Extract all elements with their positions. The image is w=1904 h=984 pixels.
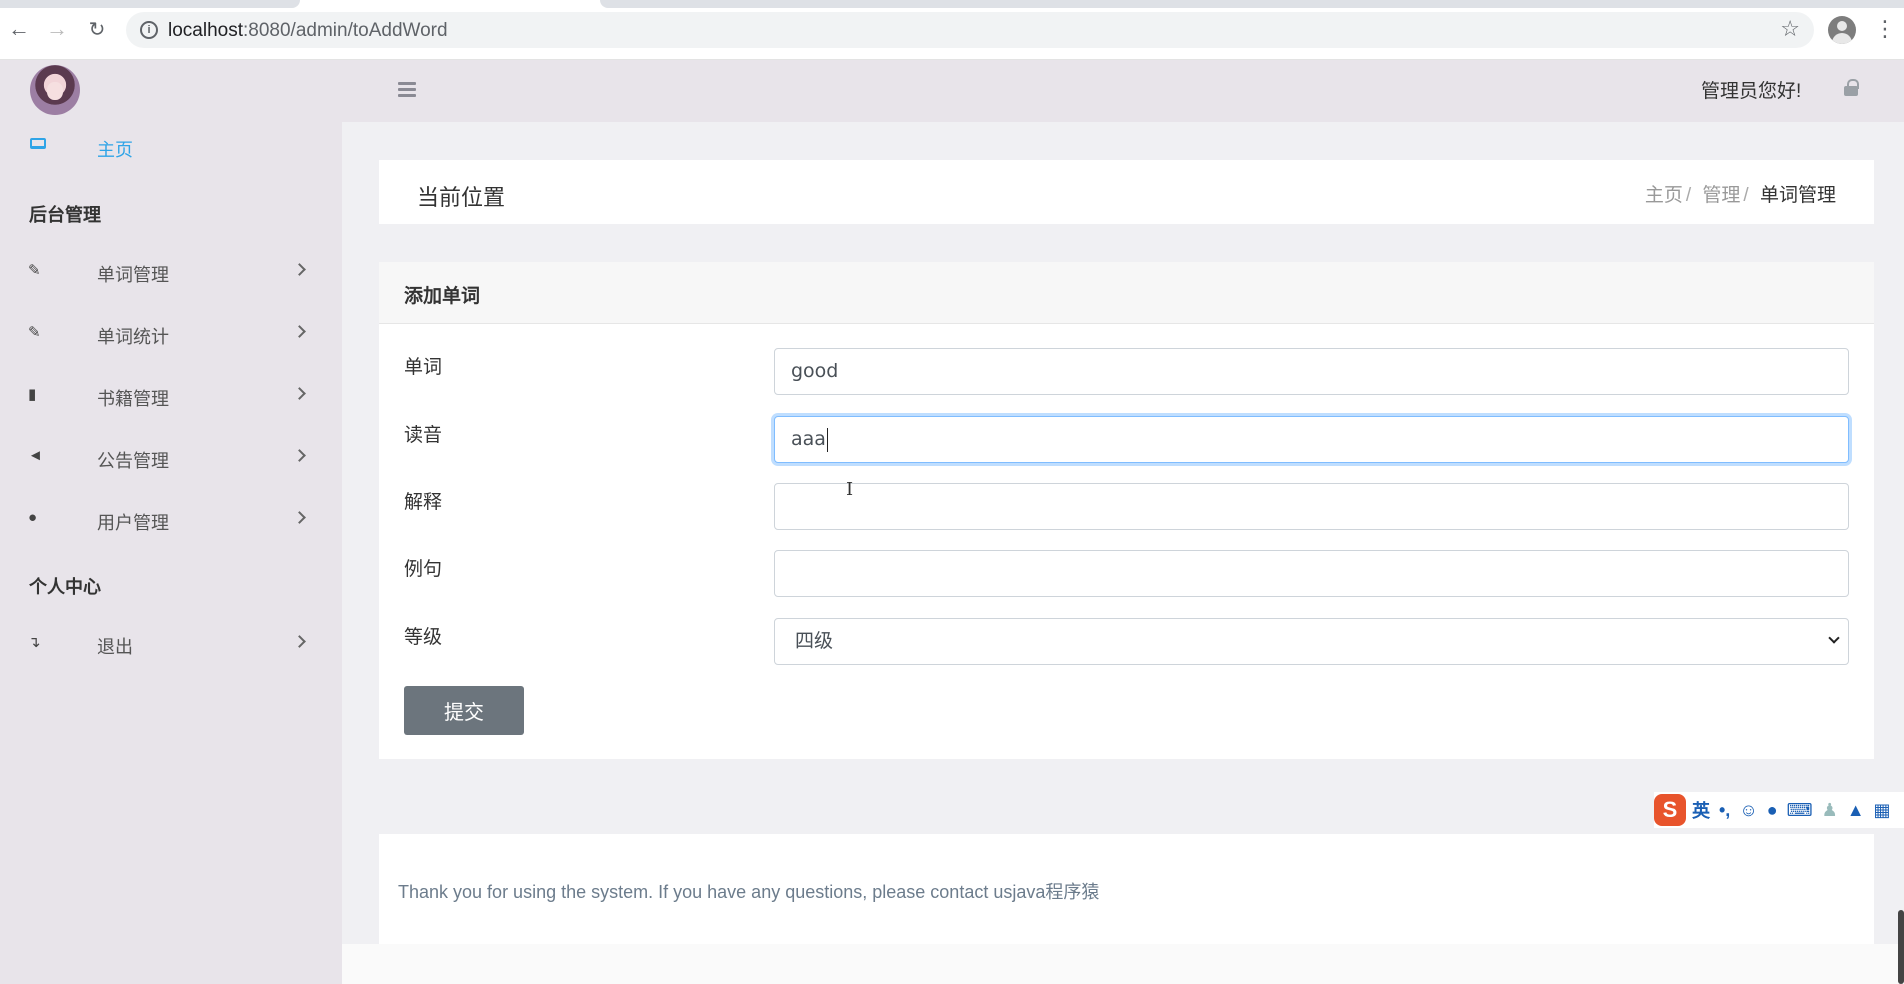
chevron-right-icon xyxy=(293,511,306,524)
footer: Thank you for using the system. If you h… xyxy=(379,834,1874,944)
bullhorn-icon: ◄ xyxy=(28,447,43,464)
breadcrumb-manage[interactable]: 管理 xyxy=(1702,185,1740,206)
card-title: 添加单词 xyxy=(404,286,481,307)
page-bottom xyxy=(342,944,1904,984)
definition-label: 解释 xyxy=(404,492,443,513)
microphone-icon[interactable]: ● xyxy=(1767,800,1778,821)
pronunciation-input[interactable]: aaa xyxy=(774,416,1849,463)
sidebar-item-label: 用户管理 xyxy=(97,513,169,533)
edit-icon: ✎ xyxy=(28,262,41,279)
level-label: 等级 xyxy=(404,627,443,648)
chevron-right-icon xyxy=(293,263,306,276)
tab-left[interactable] xyxy=(0,0,300,8)
chevron-right-icon xyxy=(293,387,306,400)
add-word-card: 添加单词 单词 good 读音 aaa 解释 例句 等级 四级 提交 xyxy=(379,262,1874,759)
admin-greeting: 管理员您好! xyxy=(1701,81,1802,102)
laptop-icon xyxy=(30,138,46,149)
book-icon: ▮ xyxy=(28,386,37,403)
word-input[interactable]: good xyxy=(774,348,1849,395)
pronunciation-label: 读音 xyxy=(404,425,443,446)
sidebar-group-admin: 后台管理 xyxy=(29,205,101,225)
skin-icon[interactable]: ▲ xyxy=(1847,800,1865,821)
sidebar-item-book-management[interactable]: ▮ 书籍管理 xyxy=(0,377,342,417)
tab-strip xyxy=(0,0,1904,8)
emoji-icon[interactable]: ☺ xyxy=(1739,800,1757,821)
back-icon[interactable]: ← xyxy=(6,16,32,42)
footer-text: Thank you for using the system. If you h… xyxy=(398,882,1100,902)
url-text[interactable]: localhost:8080/admin/toAddWord xyxy=(168,20,448,42)
scrollbar-thumb[interactable] xyxy=(1898,910,1904,984)
example-label: 例句 xyxy=(404,559,443,580)
browser-toolbar: ← → ↻ i localhost:8080/admin/toAddWord ☆… xyxy=(0,0,1904,60)
sidebar-item-label: 书籍管理 xyxy=(97,389,169,409)
breadcrumb-card: 当前位置 主页 / 管理 / 单词管理 xyxy=(379,160,1874,224)
chevron-right-icon xyxy=(293,449,306,462)
profile-icon[interactable] xyxy=(1828,16,1856,44)
chevron-right-icon xyxy=(293,635,306,648)
breadcrumb: 主页 / 管理 / 单词管理 xyxy=(1645,180,1836,207)
level-selected-value: 四级 xyxy=(795,631,834,652)
ime-logo[interactable]: S xyxy=(1654,794,1686,826)
lock-icon[interactable] xyxy=(1844,79,1859,96)
punctuation-icon[interactable]: •, xyxy=(1719,800,1730,821)
breadcrumb-separator: / xyxy=(1685,185,1692,206)
tab-right[interactable] xyxy=(600,0,1904,8)
submit-button[interactable]: 提交 xyxy=(404,686,524,735)
sidebar-item-word-statistics[interactable]: ✎ 单词统计 xyxy=(0,315,342,355)
reload-icon[interactable]: ↻ xyxy=(84,16,110,42)
ime-toolbar[interactable]: S 英 •, ☺ ● ⌨ ♟ ▲ ▦ xyxy=(1654,792,1904,828)
sidebar: 主页 后台管理 ✎ 单词管理 ✎ 单词统计 ▮ 书籍管理 ◄ 公告管理 ● 用户… xyxy=(0,60,342,984)
ime-mode[interactable]: 英 xyxy=(1692,797,1710,823)
sign-out-icon: ↴ xyxy=(28,634,41,651)
site-info-icon[interactable]: i xyxy=(140,21,158,39)
chevron-right-icon xyxy=(293,325,306,338)
sidebar-item-label: 主页 xyxy=(97,140,133,160)
bookmark-star-icon[interactable]: ☆ xyxy=(1780,16,1800,42)
breadcrumb-home[interactable]: 主页 xyxy=(1645,185,1683,206)
sidebar-item-user-management[interactable]: ● 用户管理 xyxy=(0,501,342,541)
level-select[interactable]: 四级 xyxy=(774,618,1849,665)
i-beam-cursor-icon: I xyxy=(846,479,854,500)
user-icon[interactable]: ♟ xyxy=(1822,800,1838,821)
address-bar[interactable]: i localhost:8080/admin/toAddWord ☆ xyxy=(126,12,1814,48)
breadcrumb-separator: / xyxy=(1743,185,1749,206)
breadcrumb-current: 单词管理 xyxy=(1759,185,1836,206)
grid-icon[interactable]: ▦ xyxy=(1874,800,1891,821)
top-header: 管理员您好! xyxy=(342,60,1904,122)
sidebar-item-notice-management[interactable]: ◄ 公告管理 xyxy=(0,439,342,479)
sidebar-group-personal: 个人中心 xyxy=(29,577,101,597)
card-header: 添加单词 xyxy=(379,262,1874,324)
definition-input[interactable] xyxy=(774,483,1849,530)
sidebar-item-label: 公告管理 xyxy=(97,451,169,471)
sidebar-item-home[interactable]: 主页 xyxy=(0,130,342,164)
forward-icon[interactable]: → xyxy=(44,16,70,42)
keyboard-icon[interactable]: ⌨ xyxy=(1787,800,1813,821)
sidebar-item-word-management[interactable]: ✎ 单词管理 xyxy=(0,253,342,293)
chevron-down-icon xyxy=(1828,632,1840,644)
user-icon: ● xyxy=(28,509,38,526)
sidebar-item-label: 退出 xyxy=(97,637,133,657)
text-caret xyxy=(826,427,828,452)
sidebar-item-logout[interactable]: ↴ 退出 xyxy=(0,625,342,665)
example-input[interactable] xyxy=(774,550,1849,597)
page-title: 当前位置 xyxy=(417,185,506,210)
browser-menu-icon[interactable]: ⋮ xyxy=(1874,16,1896,42)
edit-icon: ✎ xyxy=(28,324,41,341)
menu-toggle-icon[interactable] xyxy=(398,82,416,100)
avatar[interactable] xyxy=(30,65,80,115)
sidebar-item-label: 单词统计 xyxy=(97,327,169,347)
word-label: 单词 xyxy=(404,357,443,378)
sidebar-item-label: 单词管理 xyxy=(97,265,169,285)
